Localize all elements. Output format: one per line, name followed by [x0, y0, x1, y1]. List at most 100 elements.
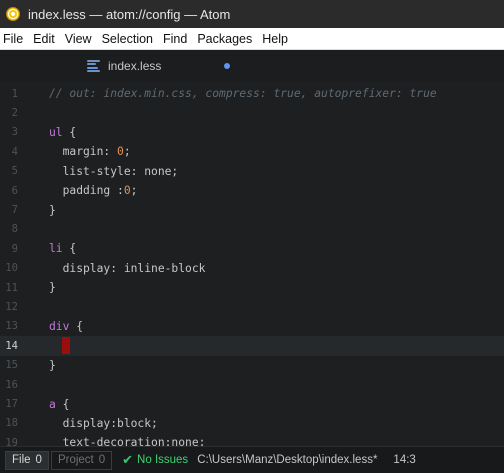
file-text-icon — [87, 59, 100, 73]
code-line[interactable]: 9 li { — [0, 239, 504, 258]
code-token: li — [49, 242, 63, 256]
line-number: 19 — [5, 436, 18, 446]
code-token: ; — [123, 145, 131, 159]
code-line[interactable]: 5 list-style: none; — [0, 162, 504, 181]
linter-status[interactable]: No Issues — [137, 454, 188, 466]
menu-edit[interactable]: Edit — [29, 32, 59, 46]
status-file-tab[interactable]: File 0 — [5, 450, 49, 470]
file-tab-label: File — [12, 454, 31, 466]
line-number: 10 — [5, 262, 18, 275]
line-number: 11 — [5, 281, 18, 294]
line-number: 16 — [5, 378, 18, 391]
file-path[interactable]: C:\Users\Manz\Desktop\index.less* — [197, 454, 377, 466]
line-code: } — [36, 204, 56, 217]
code-line[interactable]: 15} — [0, 356, 504, 375]
code-token: :none; — [164, 436, 206, 446]
tab-index-less[interactable]: index.less — [72, 50, 248, 82]
code-line[interactable]: 8 — [0, 220, 504, 239]
code-token: : — [110, 184, 124, 198]
line-number: 1 — [11, 87, 18, 100]
code-token: : — [103, 145, 118, 159]
code-line[interactable]: 1 // out: index.min.css, compress: true, … — [0, 84, 504, 103]
code-token: // out: index.min.css, compress: true, a… — [49, 87, 437, 101]
code-line[interactable]: 2 — [0, 103, 504, 122]
line-number: 3 — [11, 126, 18, 139]
line-number: 9 — [11, 242, 18, 255]
code-token: 0 — [117, 145, 124, 159]
line-number: 15 — [5, 359, 18, 372]
code-line[interactable]: 12 — [0, 297, 504, 316]
line-number: 8 — [11, 223, 18, 236]
line-number: 7 — [11, 204, 18, 217]
line-number: 5 — [11, 165, 18, 178]
menu-packages[interactable]: Packages — [193, 32, 256, 46]
line-number: 6 — [11, 184, 18, 197]
menu-file[interactable]: File — [0, 32, 27, 46]
modified-indicator-icon[interactable] — [224, 63, 230, 69]
menu-help[interactable]: Help — [258, 32, 292, 46]
line-code: li { — [36, 242, 76, 255]
line-code: display:block; — [36, 417, 158, 430]
code-line[interactable]: 11} — [0, 278, 504, 297]
code-line[interactable]: 14 — [0, 336, 504, 356]
code-token: } — [49, 358, 56, 372]
code-line[interactable]: 13 div { — [0, 317, 504, 336]
code-line[interactable]: 10 display: inline-block — [0, 259, 504, 278]
line-code: } — [36, 281, 56, 294]
menu-find[interactable]: Find — [159, 32, 191, 46]
menu-view[interactable]: View — [61, 32, 96, 46]
line-number: 14 — [5, 339, 18, 352]
status-bar: File 0 Project 0 ✔ No Issues C:\Users\Ma… — [0, 446, 504, 473]
cursor-position[interactable]: 14:3 — [393, 454, 415, 466]
checkmark-icon: ✔ — [122, 452, 134, 467]
line-number: 4 — [11, 145, 18, 158]
line-code: list-style: none; — [36, 164, 179, 178]
line-code: display: inline-block — [36, 261, 206, 275]
status-project-tab[interactable]: Project 0 — [50, 450, 113, 470]
menu-bar: File Edit View Selection Find Packages H… — [0, 28, 504, 50]
code-token: display — [49, 416, 111, 430]
code-token: } — [49, 281, 56, 295]
code-line[interactable]: 18 display:block; — [0, 414, 504, 433]
line-number: 13 — [5, 320, 18, 333]
line-number: 2 — [11, 107, 18, 120]
line-code: ul { — [36, 126, 76, 139]
code-line[interactable]: 17 a { — [0, 394, 504, 413]
code-token: { — [69, 319, 84, 333]
code-token: :block; — [110, 416, 158, 430]
code-token: { — [55, 397, 70, 411]
tab-label: index.less — [108, 59, 162, 73]
line-code: div { — [36, 320, 83, 333]
code-token: div — [49, 319, 70, 333]
line-number: 12 — [5, 301, 18, 314]
code-token: display — [49, 261, 111, 275]
line-code: } — [36, 359, 56, 372]
code-token: text-decoration — [49, 436, 165, 446]
code-token: 0 — [123, 184, 131, 198]
code-token: : inline-block — [110, 261, 206, 275]
code-token: { — [62, 125, 77, 139]
code-token: { — [62, 242, 77, 256]
code-token: padding — [49, 184, 111, 198]
code-editor[interactable]: 1 // out: index.min.css, compress: true, … — [0, 82, 504, 446]
code-line[interactable]: 3 ul { — [0, 123, 504, 142]
line-code: text-decoration:none; — [36, 436, 206, 446]
tab-bar: index.less — [0, 50, 504, 82]
code-token: ul — [49, 125, 63, 139]
code-token: list-style — [49, 164, 131, 178]
line-number: 17 — [5, 398, 18, 411]
project-issue-count: 0 — [98, 454, 106, 466]
text-cursor — [62, 337, 70, 355]
line-code: a { — [36, 398, 69, 411]
file-issue-count: 0 — [35, 454, 42, 466]
code-token: } — [49, 203, 56, 217]
line-code: padding :0; — [36, 184, 138, 198]
code-line[interactable]: 7} — [0, 200, 504, 219]
menu-selection[interactable]: Selection — [98, 32, 157, 46]
code-line[interactable]: 4 margin: 0; — [0, 142, 504, 161]
line-number: 18 — [5, 417, 18, 430]
code-line[interactable]: 16 — [0, 375, 504, 394]
code-line[interactable]: 19 text-decoration:none; — [0, 433, 504, 446]
code-line[interactable]: 6 padding :0; — [0, 181, 504, 200]
code-token: ; — [130, 184, 138, 198]
